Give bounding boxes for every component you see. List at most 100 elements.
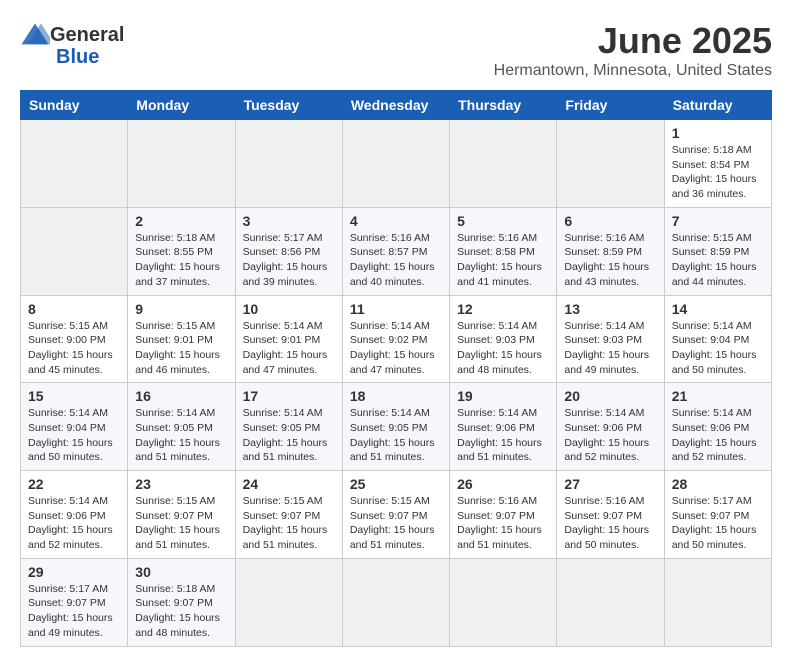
day-number: 28 bbox=[672, 476, 764, 492]
calendar-cell bbox=[664, 558, 771, 646]
header: General Blue June 2025 Hermantown, Minne… bbox=[20, 20, 772, 80]
day-info: Sunrise: 5:14 AMSunset: 9:06 PMDaylight:… bbox=[672, 406, 764, 465]
calendar-cell: 2 Sunrise: 5:18 AMSunset: 8:55 PMDaylight… bbox=[128, 207, 235, 295]
calendar-cell: 23 Sunrise: 5:15 AMSunset: 9:07 PMDayligh… bbox=[128, 471, 235, 559]
calendar-week-5: 22Sunrise: 5:14 AMSunset: 9:06 PMDayligh… bbox=[21, 471, 772, 559]
calendar-cell: 30Sunrise: 5:18 AMSunset: 9:07 PMDayligh… bbox=[128, 558, 235, 646]
day-number: 17 bbox=[243, 388, 335, 404]
day-info: Sunrise: 5:14 AMSunset: 9:06 PMDaylight:… bbox=[28, 494, 120, 553]
day-info: Sunrise: 5:14 AMSunset: 9:03 PMDaylight:… bbox=[457, 319, 549, 378]
day-number: 18 bbox=[350, 388, 442, 404]
day-number: 20 bbox=[564, 388, 656, 404]
day-number: 9 bbox=[135, 301, 227, 317]
day-number: 15 bbox=[28, 388, 120, 404]
calendar-cell: 27Sunrise: 5:16 AMSunset: 9:07 PMDayligh… bbox=[557, 471, 664, 559]
calendar-cell: 9 Sunrise: 5:15 AMSunset: 9:01 PMDaylight… bbox=[128, 295, 235, 383]
calendar-cell bbox=[450, 120, 557, 208]
day-number: 5 bbox=[457, 213, 549, 229]
calendar-cell: 20 Sunrise: 5:14 AMSunset: 9:06 PMDayligh… bbox=[557, 383, 664, 471]
day-info: Sunrise: 5:15 AMSunset: 9:00 PMDaylight:… bbox=[28, 319, 120, 378]
day-number: 16 bbox=[135, 388, 227, 404]
day-info: Sunrise: 5:15 AMSunset: 8:59 PMDaylight:… bbox=[672, 231, 764, 290]
calendar-cell: 13Sunrise: 5:14 AMSunset: 9:03 PMDayligh… bbox=[557, 295, 664, 383]
day-info: Sunrise: 5:15 AMSunset: 9:01 PMDaylight:… bbox=[135, 319, 227, 378]
calendar-cell: 21 Sunrise: 5:14 AMSunset: 9:06 PMDayligh… bbox=[664, 383, 771, 471]
calendar-cell bbox=[21, 207, 128, 295]
day-number: 10 bbox=[243, 301, 335, 317]
day-info: Sunrise: 5:15 AMSunset: 9:07 PMDaylight:… bbox=[243, 494, 335, 553]
day-info: Sunrise: 5:14 AMSunset: 9:06 PMDaylight:… bbox=[564, 406, 656, 465]
calendar-header-sunday: Sunday bbox=[21, 91, 128, 120]
day-info: Sunrise: 5:18 AMSunset: 8:55 PMDaylight:… bbox=[135, 231, 227, 290]
day-info: Sunrise: 5:16 AMSunset: 9:07 PMDaylight:… bbox=[457, 494, 549, 553]
calendar-table: SundayMondayTuesdayWednesdayThursdayFrid… bbox=[20, 90, 772, 647]
day-info: Sunrise: 5:14 AMSunset: 9:04 PMDaylight:… bbox=[28, 406, 120, 465]
day-number: 19 bbox=[457, 388, 549, 404]
calendar-header-monday: Monday bbox=[128, 91, 235, 120]
calendar-header-thursday: Thursday bbox=[450, 91, 557, 120]
calendar-header-row: SundayMondayTuesdayWednesdayThursdayFrid… bbox=[21, 91, 772, 120]
day-number: 24 bbox=[243, 476, 335, 492]
day-number: 27 bbox=[564, 476, 656, 492]
calendar-cell: 3Sunrise: 5:17 AMSunset: 8:56 PMDaylight… bbox=[235, 207, 342, 295]
logo: General Blue bbox=[20, 20, 124, 69]
calendar-cell: 24 Sunrise: 5:15 AMSunset: 9:07 PMDayligh… bbox=[235, 471, 342, 559]
calendar-cell: 15 Sunrise: 5:14 AMSunset: 9:04 PMDayligh… bbox=[21, 383, 128, 471]
day-number: 21 bbox=[672, 388, 764, 404]
day-info: Sunrise: 5:16 AMSunset: 8:57 PMDaylight:… bbox=[350, 231, 442, 290]
calendar-cell: 18Sunrise: 5:14 AMSunset: 9:05 PMDayligh… bbox=[342, 383, 449, 471]
day-number: 7 bbox=[672, 213, 764, 229]
calendar-cell bbox=[128, 120, 235, 208]
day-info: Sunrise: 5:15 AMSunset: 9:07 PMDaylight:… bbox=[135, 494, 227, 553]
calendar-week-3: 8Sunrise: 5:15 AMSunset: 9:00 PMDaylight… bbox=[21, 295, 772, 383]
calendar-cell: 29Sunrise: 5:17 AMSunset: 9:07 PMDayligh… bbox=[21, 558, 128, 646]
day-number: 11 bbox=[350, 301, 442, 317]
logo-general: General bbox=[50, 24, 124, 47]
calendar-cell bbox=[557, 120, 664, 208]
calendar-cell: 6Sunrise: 5:16 AMSunset: 8:59 PMDaylight… bbox=[557, 207, 664, 295]
day-info: Sunrise: 5:14 AMSunset: 9:06 PMDaylight:… bbox=[457, 406, 549, 465]
month-title: June 2025 bbox=[494, 20, 772, 62]
day-number: 13 bbox=[564, 301, 656, 317]
calendar-cell: 25 Sunrise: 5:15 AMSunset: 9:07 PMDayligh… bbox=[342, 471, 449, 559]
calendar-header-wednesday: Wednesday bbox=[342, 91, 449, 120]
day-info: Sunrise: 5:18 AMSunset: 8:54 PMDaylight:… bbox=[672, 143, 764, 202]
day-number: 26 bbox=[457, 476, 549, 492]
day-info: Sunrise: 5:18 AMSunset: 9:07 PMDaylight:… bbox=[135, 582, 227, 641]
day-number: 23 bbox=[135, 476, 227, 492]
calendar-header-saturday: Saturday bbox=[664, 91, 771, 120]
calendar-cell: 26 Sunrise: 5:16 AMSunset: 9:07 PMDayligh… bbox=[450, 471, 557, 559]
calendar-week-6: 29Sunrise: 5:17 AMSunset: 9:07 PMDayligh… bbox=[21, 558, 772, 646]
calendar-cell bbox=[342, 120, 449, 208]
day-number: 25 bbox=[350, 476, 442, 492]
day-info: Sunrise: 5:14 AMSunset: 9:05 PMDaylight:… bbox=[243, 406, 335, 465]
calendar-cell: 12 Sunrise: 5:14 AMSunset: 9:03 PMDayligh… bbox=[450, 295, 557, 383]
calendar-cell bbox=[235, 120, 342, 208]
day-number: 12 bbox=[457, 301, 549, 317]
day-number: 14 bbox=[672, 301, 764, 317]
calendar-cell: 7 Sunrise: 5:15 AMSunset: 8:59 PMDaylight… bbox=[664, 207, 771, 295]
day-info: Sunrise: 5:14 AMSunset: 9:02 PMDaylight:… bbox=[350, 319, 442, 378]
calendar-cell: 28 Sunrise: 5:17 AMSunset: 9:07 PMDayligh… bbox=[664, 471, 771, 559]
calendar-header-tuesday: Tuesday bbox=[235, 91, 342, 120]
calendar-cell bbox=[21, 120, 128, 208]
calendar-cell: 16Sunrise: 5:14 AMSunset: 9:05 PMDayligh… bbox=[128, 383, 235, 471]
calendar-cell bbox=[450, 558, 557, 646]
title-area: June 2025 Hermantown, Minnesota, United … bbox=[494, 20, 772, 80]
day-info: Sunrise: 5:16 AMSunset: 8:59 PMDaylight:… bbox=[564, 231, 656, 290]
location-title: Hermantown, Minnesota, United States bbox=[494, 62, 772, 80]
logo-icon bbox=[20, 20, 50, 50]
day-number: 2 bbox=[135, 213, 227, 229]
calendar-cell: 4Sunrise: 5:16 AMSunset: 8:57 PMDaylight… bbox=[342, 207, 449, 295]
calendar-cell: 14Sunrise: 5:14 AMSunset: 9:04 PMDayligh… bbox=[664, 295, 771, 383]
calendar-week-2: 2 Sunrise: 5:18 AMSunset: 8:55 PMDaylight… bbox=[21, 207, 772, 295]
day-info: Sunrise: 5:17 AMSunset: 9:07 PMDaylight:… bbox=[672, 494, 764, 553]
day-number: 3 bbox=[243, 213, 335, 229]
calendar-header-friday: Friday bbox=[557, 91, 664, 120]
day-info: Sunrise: 5:17 AMSunset: 9:07 PMDaylight:… bbox=[28, 582, 120, 641]
calendar-cell bbox=[557, 558, 664, 646]
day-info: Sunrise: 5:14 AMSunset: 9:01 PMDaylight:… bbox=[243, 319, 335, 378]
logo-blue: Blue bbox=[56, 46, 99, 69]
calendar-cell: 5Sunrise: 5:16 AMSunset: 8:58 PMDaylight… bbox=[450, 207, 557, 295]
day-info: Sunrise: 5:15 AMSunset: 9:07 PMDaylight:… bbox=[350, 494, 442, 553]
